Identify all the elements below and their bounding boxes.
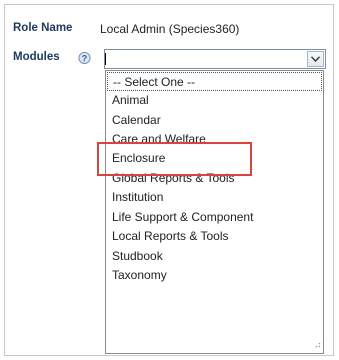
role-name-value: Local Admin (Species360): [100, 22, 240, 36]
option-life-support-component[interactable]: Life Support & Component: [107, 208, 322, 227]
modules-dropdown-list: -- Select One -- Animal Calendar Care an…: [105, 70, 324, 354]
option-select-one[interactable]: -- Select One --: [107, 72, 322, 91]
help-question-icon[interactable]: ?: [78, 51, 91, 64]
option-institution[interactable]: Institution: [107, 188, 322, 207]
role-name-label: Role Name: [13, 22, 73, 34]
svg-text:?: ?: [82, 53, 88, 63]
modules-select[interactable]: [104, 49, 326, 69]
modules-label: Modules: [13, 51, 60, 63]
resize-grip-icon[interactable]: [313, 337, 321, 351]
chevron-down-icon[interactable]: [307, 51, 324, 67]
option-studbook[interactable]: Studbook: [107, 247, 322, 266]
option-calendar[interactable]: Calendar: [107, 111, 322, 130]
text-cursor: [105, 53, 106, 65]
option-taxonomy[interactable]: Taxonomy: [107, 266, 322, 285]
option-local-reports-tools[interactable]: Local Reports & Tools: [107, 227, 322, 246]
option-animal[interactable]: Animal: [107, 91, 322, 110]
highlight-box-care-and-welfare: [97, 142, 252, 176]
